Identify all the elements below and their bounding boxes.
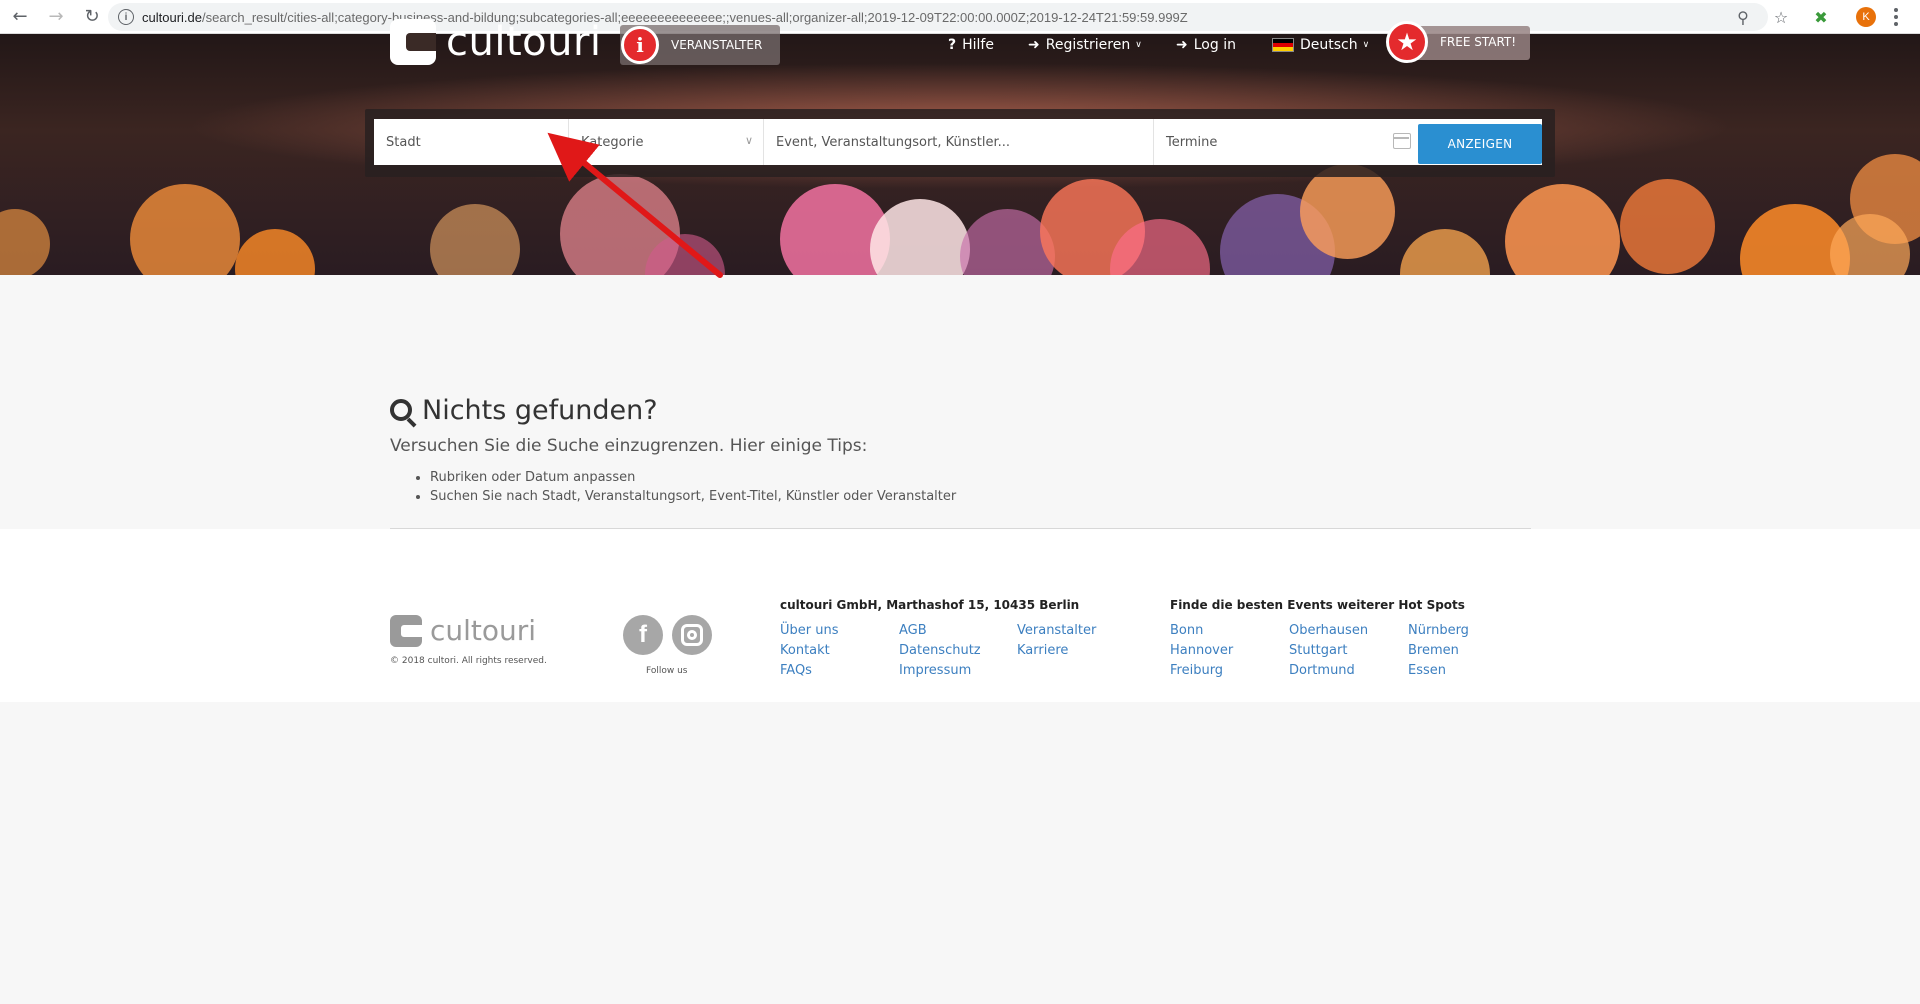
url-domain: cultouri.de (142, 9, 202, 25)
language-select[interactable]: Deutsch ∨ (1272, 30, 1369, 60)
follow-us-label: Follow us (646, 666, 688, 676)
login-icon: ➜ (1176, 37, 1188, 53)
city-link-bremen[interactable]: Bremen (1408, 643, 1459, 658)
url-path: /search_result/cities-all;category-busin… (201, 9, 1188, 25)
reload-icon[interactable]: ↻ (76, 1, 108, 33)
help-label: Hilfe (962, 37, 994, 53)
register-label: Registrieren (1045, 37, 1131, 53)
footer-logo-mark-icon (390, 614, 422, 647)
register-link[interactable]: ➜ Registrieren ∨ (1028, 30, 1142, 60)
veranstalter-button[interactable]: i VERANSTALTER (620, 25, 780, 65)
main-content (0, 275, 1920, 528)
key-icon[interactable]: ⚲ (1728, 0, 1758, 34)
logo-text: cultouri (446, 19, 602, 65)
chevron-down-icon: ∨ (549, 134, 558, 147)
city-link-hannover[interactable]: Hannover (1170, 643, 1233, 658)
footer-link-karriere[interactable]: Karriere (1017, 643, 1068, 658)
german-flag-icon (1272, 38, 1294, 52)
forward-icon[interactable]: → (40, 1, 72, 33)
city-select[interactable]: Stadt ∨ (374, 119, 569, 165)
no-results-title: Nichts gefunden? (390, 395, 658, 426)
city-link-bonn[interactable]: Bonn (1170, 623, 1203, 638)
no-results-heading: Nichts gefunden? (422, 395, 658, 426)
footer-link-kontakt[interactable]: Kontakt (780, 643, 830, 658)
extension-icon[interactable]: ✖ (1806, 0, 1836, 34)
hotspots-heading: Finde die besten Events weiterer Hot Spo… (1170, 598, 1465, 612)
search-icon (390, 398, 412, 421)
star-icon: ★ (1386, 21, 1428, 63)
city-link-oberhausen[interactable]: Oberhausen (1289, 623, 1368, 638)
footer-link-faqs[interactable]: FAQs (780, 663, 812, 678)
free-start-label: FREE START! (1440, 35, 1517, 49)
date-placeholder: Termine (1166, 134, 1218, 150)
footer-link-impressum[interactable]: Impressum (899, 663, 971, 678)
footer-link-datenschutz[interactable]: Datenschutz (899, 643, 981, 658)
sign-in-icon: ➜ (1028, 37, 1040, 53)
category-select[interactable]: Kategorie ∨ (569, 119, 764, 165)
free-start-button[interactable]: ★ FREE START! (1386, 21, 1530, 63)
city-link-essen[interactable]: Essen (1408, 663, 1446, 678)
footer-logo[interactable]: cultouri (390, 614, 536, 647)
footer-link-veranstalter[interactable]: Veranstalter (1017, 623, 1096, 638)
star-icon[interactable]: ☆ (1766, 0, 1796, 34)
copyright: © 2018 cultori. All rights reserved. (390, 656, 547, 666)
footer-link-ueber-uns[interactable]: Über uns (780, 623, 839, 638)
chevron-down-icon: ∨ (1135, 40, 1142, 50)
login-link[interactable]: ➜ Log in (1176, 30, 1236, 60)
logo-mark-icon (390, 19, 436, 65)
city-placeholder: Stadt (386, 134, 421, 150)
company-address: cultouri GmbH, Marthashof 15, 10435 Berl… (780, 598, 1080, 612)
calendar-icon[interactable] (1393, 133, 1411, 149)
category-placeholder: Kategorie (581, 134, 644, 150)
city-link-dortmund[interactable]: Dortmund (1289, 663, 1355, 678)
facebook-icon[interactable]: f (623, 615, 663, 655)
browser-toolbar: ← → ↻ i cultouri.de/search_result/cities… (0, 0, 1920, 34)
date-input[interactable]: Termine (1154, 119, 1419, 165)
footer-link-agb[interactable]: AGB (899, 623, 927, 638)
site-logo[interactable]: cultouri (390, 19, 602, 65)
site-info-icon[interactable]: i (118, 9, 134, 25)
veranstalter-label: VERANSTALTER (671, 38, 763, 52)
search-bar: Stadt ∨ Kategorie ∨ Event, Veranstaltung… (365, 109, 1555, 177)
tips-list: Rubriken oder Datum anpassen Suchen Sie … (430, 470, 956, 508)
no-results-subtitle: Versuchen Sie die Suche einzugrenzen. Hi… (390, 436, 868, 456)
help-link[interactable]: ? Hilfe (948, 30, 994, 60)
footer-logo-text: cultouri (430, 614, 537, 647)
profile-avatar[interactable]: K (1856, 7, 1876, 27)
instagram-icon[interactable] (672, 615, 712, 655)
tip-item: Suchen Sie nach Stadt, Veranstaltungsort… (430, 489, 956, 505)
city-link-nuernberg[interactable]: Nürnberg (1408, 623, 1469, 638)
browser-menu-icon[interactable] (1894, 8, 1898, 26)
search-input[interactable]: Event, Veranstaltungsort, Künstler... (764, 119, 1154, 165)
info-icon: i (621, 26, 659, 64)
back-icon[interactable]: ← (4, 1, 36, 33)
login-label: Log in (1193, 37, 1236, 53)
chevron-down-icon: ∨ (744, 134, 753, 147)
question-icon: ? (948, 37, 957, 53)
tip-item: Rubriken oder Datum anpassen (430, 470, 956, 486)
chevron-down-icon: ∨ (1362, 40, 1370, 50)
search-submit-button[interactable]: ANZEIGEN (1418, 124, 1542, 164)
city-link-freiburg[interactable]: Freiburg (1170, 663, 1223, 678)
language-label: Deutsch (1300, 37, 1358, 53)
city-link-stuttgart[interactable]: Stuttgart (1289, 643, 1347, 658)
search-placeholder: Event, Veranstaltungsort, Künstler... (776, 134, 1011, 150)
page-background (0, 702, 1920, 1004)
